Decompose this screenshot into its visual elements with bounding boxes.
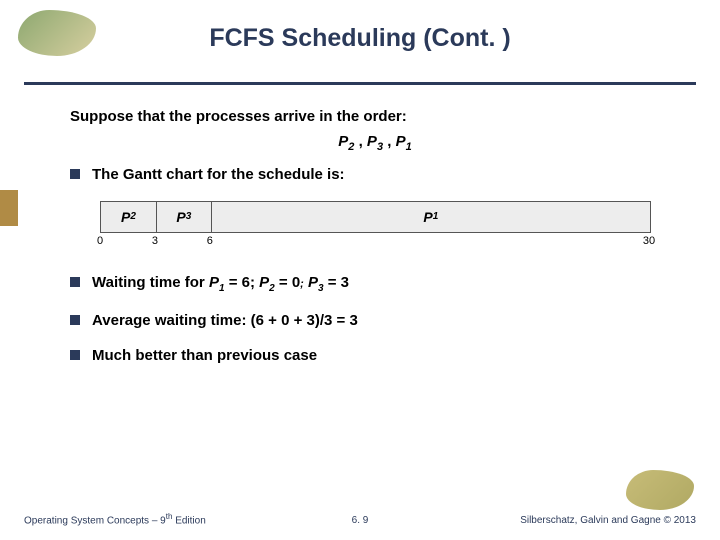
bullet-waiting-time: Waiting time for P1 = 6; P2 = 0; P3 = 3 <box>70 273 680 295</box>
bullet-average: Average waiting time: (6 + 0 + 3)/3 = 3 <box>70 311 680 331</box>
footer-left: Operating System Concepts – 9th Edition <box>24 512 206 526</box>
accent-rail <box>0 190 18 226</box>
gantt-chart: P2P3P1 <box>100 201 651 233</box>
intro-line: Suppose that the processes arrive in the… <box>70 108 680 125</box>
gantt-segment-P2: P2 <box>101 202 156 232</box>
bullet-better: Much better than previous case <box>70 346 680 366</box>
gantt-ticks: 03630 <box>100 233 651 249</box>
header: FCFS Scheduling (Cont. ) <box>0 0 720 85</box>
gantt-tick-30: 30 <box>643 235 655 247</box>
content-area: Suppose that the processes arrive in the… <box>70 108 680 382</box>
gantt-tick-3: 3 <box>152 235 158 247</box>
gantt-segment-P3: P3 <box>156 202 211 232</box>
gantt-tick-6: 6 <box>207 235 213 247</box>
footer-center: 6. 9 <box>352 515 369 526</box>
bullet-list-top: The Gantt chart for the schedule is: <box>70 165 680 185</box>
bullet-gantt-intro: The Gantt chart for the schedule is: <box>70 165 680 185</box>
process-order: P2 , P3 , P1 <box>70 133 680 153</box>
title-underline <box>24 82 696 85</box>
page-title: FCFS Scheduling (Cont. ) <box>0 0 720 53</box>
gantt-tick-0: 0 <box>97 235 103 247</box>
slide: FCFS Scheduling (Cont. ) Suppose that th… <box>0 0 720 540</box>
gantt-segment-P1: P1 <box>211 202 650 232</box>
bullet-list-bottom: Waiting time for P1 = 6; P2 = 0; P3 = 3 … <box>70 273 680 366</box>
dinosaur-image-bottom-right <box>626 470 694 510</box>
gantt-chart-container: P2P3P1 0 3 6 30 <box>100 201 670 249</box>
footer-right: Silberschatz, Galvin and Gagne © 2013 <box>520 515 696 526</box>
